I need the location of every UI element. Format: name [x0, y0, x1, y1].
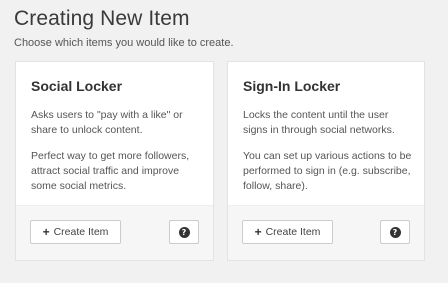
plus-icon: + [254, 225, 262, 239]
card-description: Locks the content until the user signs i… [243, 108, 412, 205]
card-footer: + Create Item ? [228, 205, 424, 260]
card-description: Asks users to "pay with a like" or share… [31, 108, 201, 205]
sign-in-locker-card: Sign-In Locker Locks the content until t… [227, 61, 425, 261]
plus-icon: + [42, 225, 50, 239]
create-item-button[interactable]: + Create Item [30, 220, 121, 244]
create-item-label: Create Item [53, 226, 109, 238]
card-description-paragraph: Perfect way to get more followers, attra… [31, 150, 190, 192]
create-item-button[interactable]: + Create Item [242, 220, 333, 244]
create-item-label: Create Item [265, 226, 321, 238]
page-subtitle: Choose which items you would like to cre… [14, 37, 234, 49]
card-footer: + Create Item ? [16, 205, 213, 260]
card-title: Sign-In Locker [243, 78, 341, 94]
question-circle-icon: ? [389, 226, 401, 238]
help-button[interactable]: ? [169, 220, 199, 244]
social-locker-card: Social Locker Asks users to "pay with a … [15, 61, 214, 261]
help-button[interactable]: ? [380, 220, 410, 244]
card-description-paragraph: Locks the content until the user signs i… [243, 109, 395, 136]
card-description-paragraph: Asks users to "pay with a like" or share… [31, 109, 183, 136]
card-description-paragraph: You can set up various actions to be per… [243, 150, 412, 192]
page-title: Creating New Item [14, 7, 190, 30]
create-item-page: Creating New Item Choose which items you… [0, 0, 448, 283]
question-circle-icon: ? [178, 226, 190, 238]
card-title: Social Locker [31, 78, 123, 94]
